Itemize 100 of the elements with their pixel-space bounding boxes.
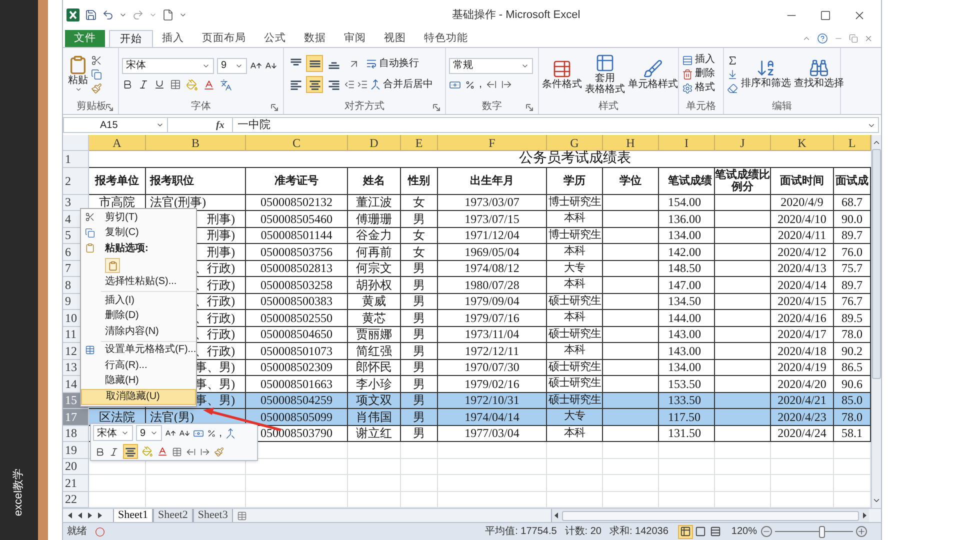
scroll-left-icon[interactable] xyxy=(554,512,559,519)
brush-icon[interactable] xyxy=(643,58,663,78)
column-header[interactable]: F xyxy=(438,135,547,151)
font-color-icon[interactable] xyxy=(203,78,215,90)
font-name-field[interactable]: 宋体 xyxy=(122,58,214,74)
rows-icon[interactable] xyxy=(682,54,693,66)
font-size-field[interactable]: 9 xyxy=(136,425,162,441)
grow-font-icon[interactable] xyxy=(165,428,176,438)
currency-icon[interactable] xyxy=(449,78,461,90)
vertical-scrollbar[interactable] xyxy=(871,135,881,508)
borders-icon[interactable] xyxy=(170,79,181,90)
fill-color-icon[interactable] xyxy=(142,446,153,457)
insert-function-button[interactable]: fx xyxy=(208,118,232,132)
editing-button[interactable]: 排序和筛选 xyxy=(741,58,791,90)
align-center-button[interactable] xyxy=(123,444,138,459)
scissors-icon[interactable] xyxy=(91,54,102,66)
comma-style-button[interactable]: , xyxy=(479,79,482,90)
column-header[interactable]: I xyxy=(659,135,715,151)
ribbon-tab[interactable]: 页面布局 xyxy=(193,30,255,47)
currency-icon[interactable] xyxy=(193,428,204,438)
font-color-icon[interactable] xyxy=(157,446,168,457)
ribbon-tab[interactable]: 插入 xyxy=(153,30,193,47)
increase-decimal-icon[interactable] xyxy=(486,79,498,90)
bold-icon[interactable] xyxy=(122,79,133,90)
scroll-right-icon[interactable] xyxy=(862,512,867,519)
macro-record-icon[interactable] xyxy=(95,526,105,536)
ribbon-tab[interactable]: 公式 xyxy=(255,30,295,47)
bold-icon[interactable] xyxy=(95,446,105,456)
align-button[interactable] xyxy=(306,55,323,72)
sheet-tab[interactable]: Sheet3 xyxy=(192,509,233,522)
sort-icon[interactable] xyxy=(756,58,776,78)
scroll-thumb[interactable] xyxy=(562,510,859,520)
ribbon-tab[interactable]: 审阅 xyxy=(335,30,375,47)
save-icon[interactable] xyxy=(85,9,97,21)
name-box[interactable]: A15 xyxy=(64,118,168,132)
column-header[interactable]: D xyxy=(348,135,401,151)
paintbrush-icon[interactable] xyxy=(91,82,102,94)
horizontal-scrollbar[interactable] xyxy=(551,509,869,522)
column-header[interactable]: J xyxy=(715,135,771,151)
fill-down-icon[interactable] xyxy=(727,68,738,80)
undo-icon[interactable] xyxy=(102,9,114,21)
comma-style-button[interactable]: , xyxy=(219,428,222,438)
sum-icon[interactable] xyxy=(727,54,738,66)
paintbrush-icon[interactable] xyxy=(214,446,224,456)
percent-icon[interactable] xyxy=(207,428,216,438)
style-button[interactable]: 套用 表格格式 xyxy=(585,53,625,95)
column-header[interactable]: E xyxy=(401,135,438,151)
formula-input[interactable]: 一中院 xyxy=(232,118,865,132)
help-icon[interactable] xyxy=(817,33,828,44)
row-header[interactable]: 21 xyxy=(63,475,89,492)
row-header[interactable]: 2 xyxy=(63,168,89,194)
ribbon-tab[interactable]: 视图 xyxy=(375,30,415,47)
restore-icon[interactable] xyxy=(849,34,858,43)
underline-icon[interactable] xyxy=(154,79,165,90)
ribbon-tab[interactable]: 特色功能 xyxy=(415,30,477,47)
table-icon[interactable] xyxy=(595,53,615,73)
grow-font-icon[interactable] xyxy=(250,60,262,72)
dialog-launcher-icon[interactable] xyxy=(433,104,440,111)
decrease-decimal-icon[interactable] xyxy=(501,79,512,90)
borders-icon[interactable] xyxy=(172,446,182,456)
row-header[interactable]: 18 xyxy=(63,426,89,442)
zoom-slider-thumb[interactable] xyxy=(818,526,825,538)
ribbon-tab[interactable]: 开始 xyxy=(109,30,153,47)
table-icon[interactable] xyxy=(552,58,572,78)
trash-icon[interactable] xyxy=(682,68,693,80)
indent-increase-icon[interactable] xyxy=(357,79,368,90)
phonetic-icon[interactable] xyxy=(220,78,232,90)
zoom-out-icon[interactable] xyxy=(761,526,772,537)
ribbon-tab[interactable]: 数据 xyxy=(295,30,335,47)
cells-button[interactable]: 插入 xyxy=(682,54,715,66)
scroll-up-icon[interactable] xyxy=(872,138,881,147)
shrink-font-icon[interactable] xyxy=(179,428,190,438)
maximize-icon[interactable] xyxy=(820,10,831,20)
column-header[interactable]: A xyxy=(89,135,146,151)
align-button[interactable] xyxy=(306,76,323,93)
column-header[interactable]: G xyxy=(547,135,603,151)
style-button[interactable]: 条件格式 xyxy=(542,58,582,90)
new-sheet-icon[interactable] xyxy=(236,510,247,520)
fill-color-icon[interactable] xyxy=(186,78,198,90)
zoom-level[interactable]: 120% xyxy=(731,524,757,539)
gear-icon[interactable] xyxy=(682,82,693,94)
new-file-icon[interactable] xyxy=(162,9,174,21)
decrease-decimal-icon[interactable] xyxy=(200,446,210,456)
row-header[interactable]: 22 xyxy=(63,492,89,508)
menu-item[interactable]: 取消隐藏(U) xyxy=(81,389,196,404)
increase-decimal-icon[interactable] xyxy=(186,446,196,456)
font-size-field[interactable]: 9 xyxy=(217,58,247,74)
cells-button[interactable]: 格式 xyxy=(682,82,715,94)
column-header[interactable]: K xyxy=(771,135,834,151)
dialog-launcher-icon[interactable] xyxy=(271,104,278,111)
number-format-field[interactable]: 常规 xyxy=(449,58,533,74)
column-header[interactable]: C xyxy=(246,135,348,151)
binoculars-icon[interactable] xyxy=(809,58,829,78)
italic-icon[interactable] xyxy=(109,446,119,456)
row-header[interactable]: 20 xyxy=(63,458,89,475)
caret-icon[interactable] xyxy=(119,11,127,19)
dialog-launcher-icon[interactable] xyxy=(106,104,113,111)
sheet-tab[interactable]: Sheet2 xyxy=(152,509,193,522)
column-header[interactable]: L xyxy=(834,135,871,151)
column-header[interactable]: B xyxy=(146,135,246,151)
